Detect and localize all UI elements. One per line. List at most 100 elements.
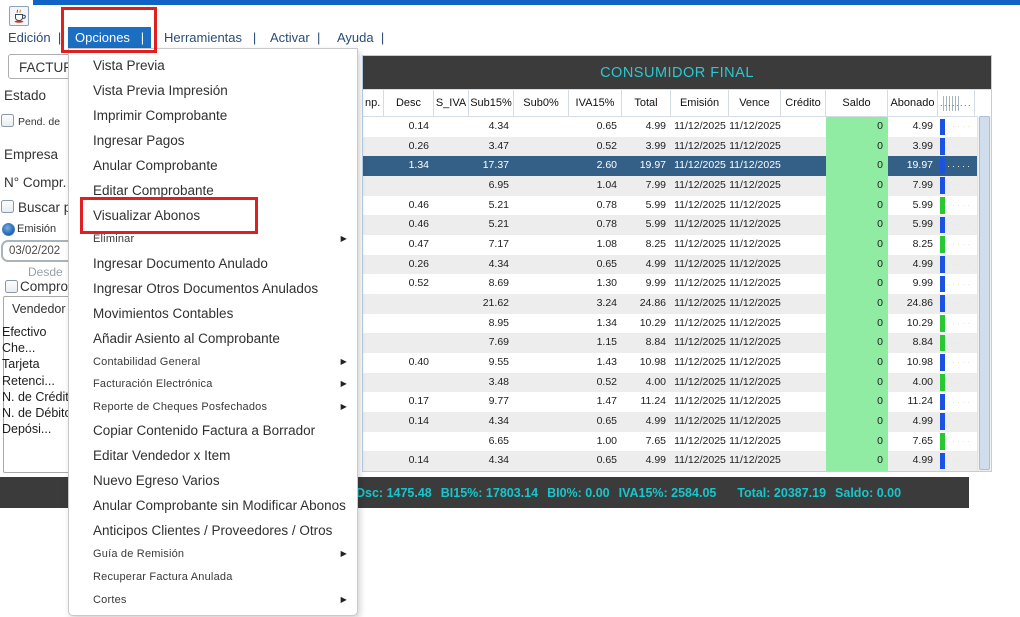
compro-checkbox[interactable] [5, 280, 18, 293]
column-header-iva15[interactable]: IVA15% [569, 90, 622, 116]
menu-item-ingresar-documento-anulado[interactable]: Ingresar Documento Anulado [69, 251, 357, 276]
java-app-icon[interactable] [9, 6, 29, 26]
menubar-item-opciones[interactable]: Opciones | [68, 27, 151, 48]
payment-method-n-de-credit[interactable]: N. de Crédit [2, 389, 71, 405]
cell-saldo: 0 [826, 196, 888, 216]
cell-status-bar [938, 392, 975, 412]
menubar-item-herramientas[interactable]: Herramientas | [164, 30, 256, 45]
cell-credito [781, 432, 826, 452]
menu-item-ingresar-pagos[interactable]: Ingresar Pagos [69, 128, 357, 153]
cell-sub15: 4.34 [469, 451, 514, 471]
cell-total: 5.99 [622, 215, 671, 235]
menu-item-ingresar-otros-documentos-anulados[interactable]: Ingresar Otros Documentos Anulados [69, 276, 357, 301]
menu-item-nuevo-egreso-varios[interactable]: Nuevo Egreso Varios [69, 468, 357, 493]
cell-desc [384, 176, 434, 196]
emision-radio[interactable] [2, 223, 15, 236]
menubar-item-activar[interactable]: Activar | [270, 30, 320, 45]
menu-item-anticipos-clientes-proveedores-otros[interactable]: Anticipos Clientes / Proveedores / Otros [69, 518, 357, 543]
green-status-bar [940, 335, 945, 352]
menu-item-label: Copiar Contenido Factura a Borrador [93, 423, 315, 438]
menu-item-editar-vendedor-x-item[interactable]: Editar Vendedor x Item [69, 443, 357, 468]
invoice-row[interactable]: 1.3417.372.6019.9711/12/202511/12/202501… [363, 156, 991, 176]
invoice-row[interactable]: 6.951.047.9911/12/202511/12/202507.99 [363, 176, 991, 196]
pend-checkbox[interactable] [1, 114, 14, 127]
menu-item-cortes[interactable]: Cortes▶ [69, 589, 357, 612]
invoice-row[interactable]: 6.651.007.6511/12/202511/12/202507.65 [363, 432, 991, 452]
menu-item-guia-de-remision[interactable]: Guía de Remisión▶ [69, 543, 357, 566]
cell-saldo: 0 [826, 156, 888, 176]
column-header-desc[interactable]: Desc [384, 90, 434, 116]
payment-method-n-de-debito[interactable]: N. de Débito [2, 405, 71, 421]
invoice-row[interactable]: 0.528.691.309.9911/12/202511/12/202509.9… [363, 274, 991, 294]
invoice-row[interactable]: 0.477.171.088.2511/12/202511/12/202508.2… [363, 235, 991, 255]
menu-item-anadir-asiento-al-comprobante[interactable]: Añadir Asiento al Comprobante [69, 326, 357, 351]
column-header-credito[interactable]: Crédito [781, 90, 826, 116]
cell-sub15: 4.34 [469, 412, 514, 432]
cell-sub15: 9.55 [469, 353, 514, 373]
menu-item-movimientos-contables[interactable]: Movimientos Contables [69, 301, 357, 326]
menu-item-anular-comprobante-sin-modificar-abonos[interactable]: Anular Comprobante sin Modificar Abonos [69, 493, 357, 518]
cell-comp [363, 451, 384, 471]
menu-item-vista-previa[interactable]: Vista Previa [69, 53, 357, 78]
payment-method-tarjeta[interactable]: Tarjeta [2, 356, 71, 372]
menu-item-label: Reporte de Cheques Posfechados [93, 401, 267, 413]
cell-sub0 [514, 373, 569, 393]
invoice-row[interactable]: 0.465.210.785.9911/12/202511/12/202505.9… [363, 215, 991, 235]
cell-vence: 11/12/2025 [729, 314, 781, 334]
menu-item-imprimir-comprobante[interactable]: Imprimir Comprobante [69, 103, 357, 128]
invoice-row[interactable]: 0.264.340.654.9911/12/202511/12/202504.9… [363, 255, 991, 275]
cell-sub15: 7.69 [469, 333, 514, 353]
menubar-item-edicion[interactable]: Edición | [8, 30, 61, 45]
column-header-sub15[interactable]: Sub15% [469, 90, 514, 116]
submenu-arrow-icon: ▶ [341, 396, 347, 419]
column-header-sub0[interactable]: Sub0% [514, 90, 569, 116]
payment-method-retenci[interactable]: Retenci... [2, 373, 71, 389]
cell-iva15: 0.65 [569, 117, 622, 137]
invoice-row[interactable]: 0.263.470.523.9911/12/202511/12/202503.9… [363, 137, 991, 157]
cell-vence: 11/12/2025 [729, 156, 781, 176]
column-header-comp[interactable]: np. [363, 90, 384, 116]
menu-item-vista-previa-impresion[interactable]: Vista Previa Impresión [69, 78, 357, 103]
scrollbar-thumb[interactable] [979, 116, 990, 470]
invoice-row[interactable]: 3.480.524.0011/12/202511/12/202504.00 [363, 373, 991, 393]
payment-method-che[interactable]: Che... [2, 340, 71, 356]
menu-item-contabilidad-general[interactable]: Contabilidad General▶ [69, 351, 357, 374]
cell-s-iva [434, 353, 469, 373]
buscar-checkbox[interactable] [1, 200, 14, 213]
invoice-row[interactable]: 0.179.771.4711.2411/12/202511/12/2025011… [363, 392, 991, 412]
cell-iva15: 0.65 [569, 412, 622, 432]
column-header-emision[interactable]: Emisión [671, 90, 729, 116]
cell-iva15: 0.65 [569, 451, 622, 471]
menu-item-reporte-de-cheques-posfechados[interactable]: Reporte de Cheques Posfechados ▶ [69, 396, 357, 419]
invoice-row[interactable]: 8.951.3410.2911/12/202511/12/2025010.29 [363, 314, 991, 334]
invoice-row[interactable]: 0.144.340.654.9911/12/202511/12/202504.9… [363, 451, 991, 471]
column-header-total[interactable]: Total [622, 90, 671, 116]
submenu-arrow-icon: ▶ [341, 351, 347, 374]
menu-item-label: Anular Comprobante sin Modificar Abonos [93, 498, 346, 513]
menubar-item-ayuda[interactable]: Ayuda | [337, 30, 384, 45]
invoice-row[interactable]: 0.465.210.785.9911/12/202511/12/202505.9… [363, 196, 991, 216]
menu-item-recuperar-factura-anulada[interactable]: Recuperar Factura Anulada [69, 566, 357, 589]
menu-item-anular-comprobante[interactable]: Anular Comprobante [69, 153, 357, 178]
column-header-vence[interactable]: Vence [729, 90, 781, 116]
invoice-row[interactable]: 21.623.2424.8611/12/202511/12/2025024.86 [363, 294, 991, 314]
cell-status-bar [938, 451, 975, 471]
invoice-row[interactable]: 0.144.340.654.9911/12/202511/12/202504.9… [363, 117, 991, 137]
column-header-abonado[interactable]: Abonado [888, 90, 938, 116]
column-header-saldo[interactable]: Saldo [826, 90, 888, 116]
column-header-s-iva[interactable]: S_IVA [434, 90, 469, 116]
menu-item-editar-comprobante[interactable]: Editar Comprobante [69, 178, 357, 203]
cell-vence: 11/12/2025 [729, 412, 781, 432]
column-header-dots[interactable]: ........ [938, 90, 975, 116]
menu-item-eliminar[interactable]: Eliminar▶ [69, 228, 357, 251]
invoice-row[interactable]: 0.144.340.654.9911/12/202511/12/202504.9… [363, 412, 991, 432]
cell-vence: 11/12/2025 [729, 294, 781, 314]
menu-item-copiar-contenido-factura-a-borrador[interactable]: Copiar Contenido Factura a Borrador [69, 418, 357, 443]
payment-method-deposi[interactable]: Depósi... [2, 421, 71, 437]
menu-item-facturacion-electronica[interactable]: Facturación Electrónica▶ [69, 373, 357, 396]
invoice-row[interactable]: 0.409.551.4310.9811/12/202511/12/2025010… [363, 353, 991, 373]
payment-method-efectivo[interactable]: Efectivo [2, 324, 71, 340]
vertical-scrollbar[interactable] [977, 116, 991, 470]
menu-item-visualizar-abonos[interactable]: Visualizar Abonos [69, 203, 357, 228]
invoice-row[interactable]: 7.691.158.8411/12/202511/12/202508.84 [363, 333, 991, 353]
